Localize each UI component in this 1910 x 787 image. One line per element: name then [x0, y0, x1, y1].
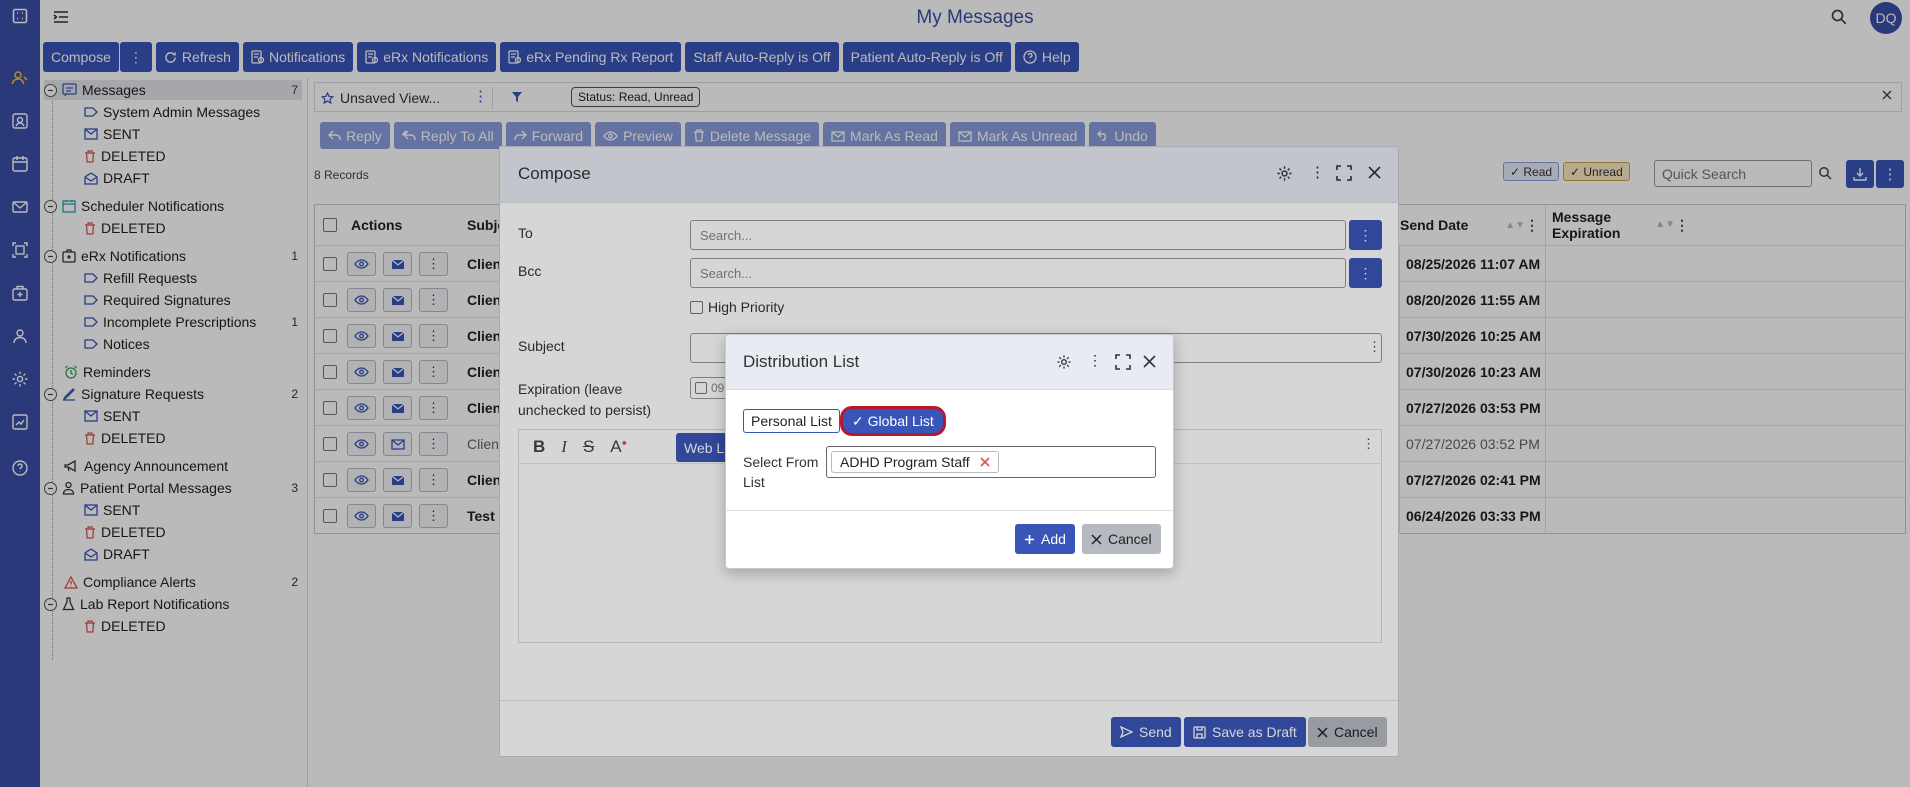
close-icon[interactable] [1142, 354, 1157, 369]
maximize-icon[interactable] [1115, 354, 1131, 370]
distribution-header: Distribution List ⋮ [726, 335, 1173, 390]
select-from-list-label: Select From List [743, 454, 819, 490]
distribution-title: Distribution List [743, 352, 860, 371]
distribution-list-dialog: Distribution List ⋮ Personal List ✓ Glob… [725, 334, 1174, 569]
remove-tag-icon[interactable] [980, 457, 990, 467]
distribution-footer: Add Cancel [726, 510, 1173, 570]
selected-list-tag: ADHD Program Staff [831, 451, 999, 473]
close-icon [1091, 533, 1102, 545]
distribution-list-select[interactable]: ADHD Program Staff [826, 446, 1156, 478]
plus-icon [1025, 534, 1034, 544]
add-button[interactable]: Add [1015, 524, 1075, 554]
gear-icon[interactable] [1056, 354, 1072, 370]
personal-list-toggle[interactable]: Personal List [743, 409, 840, 433]
distribution-cancel-button[interactable]: Cancel [1082, 524, 1161, 554]
global-list-toggle[interactable]: ✓ Global List [840, 406, 946, 436]
kebab-icon[interactable]: ⋮ [1088, 352, 1102, 369]
